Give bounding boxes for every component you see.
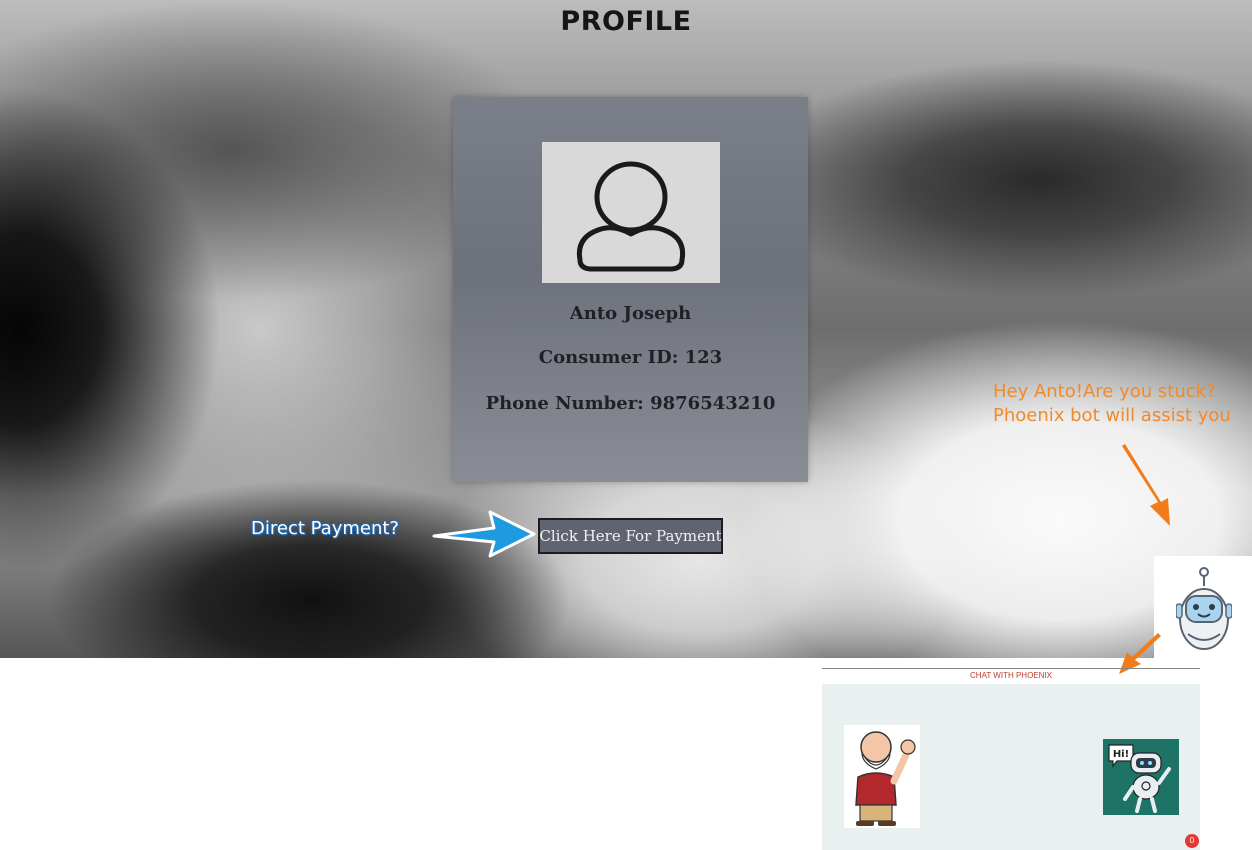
chatbot-launcher[interactable] (1154, 556, 1252, 658)
robot-waving-icon: Hi! (1108, 744, 1171, 813)
chat-panel: Hi! 0 (822, 684, 1200, 850)
profile-name: Anto Joseph (569, 303, 692, 324)
direct-payment-hint: Direct Payment? (251, 518, 399, 539)
bot-greeting-text: Hi! (1113, 749, 1129, 760)
profile-card: Anto Joseph Consumer ID: 123 Phone Numbe… (453, 97, 808, 482)
phone-number: Phone Number: 9876543210 (485, 393, 776, 414)
bot-illustration: Hi! (1103, 739, 1179, 815)
payment-button[interactable]: Click Here For Payment (538, 518, 723, 554)
assistant-hint: Hey Anto!Are you stuck? Phoenix bot will… (993, 380, 1252, 428)
chat-divider (822, 668, 1200, 669)
old-man-waving-icon (855, 731, 916, 826)
assistant-hint-line2: Phoenix bot will assist you (993, 405, 1231, 426)
user-illustration (844, 725, 920, 828)
notification-badge[interactable]: 0 (1185, 834, 1199, 848)
orange-arrow-icon (1122, 444, 1170, 526)
assistant-hint-line1: Hey Anto!Are you stuck? (993, 381, 1216, 402)
consumer-id: Consumer ID: 123 (538, 347, 723, 368)
page-title: PROFILE (560, 6, 692, 37)
user-outline-icon (576, 161, 686, 272)
profile-background: PROFILE Anto Joseph Consumer ID: 123 Pho… (0, 0, 1252, 658)
robot-head-icon (1176, 567, 1232, 650)
avatar (542, 142, 720, 283)
blue-arrow-icon (432, 510, 536, 558)
chat-title: CHAT WITH PHOENIX (970, 671, 1052, 680)
